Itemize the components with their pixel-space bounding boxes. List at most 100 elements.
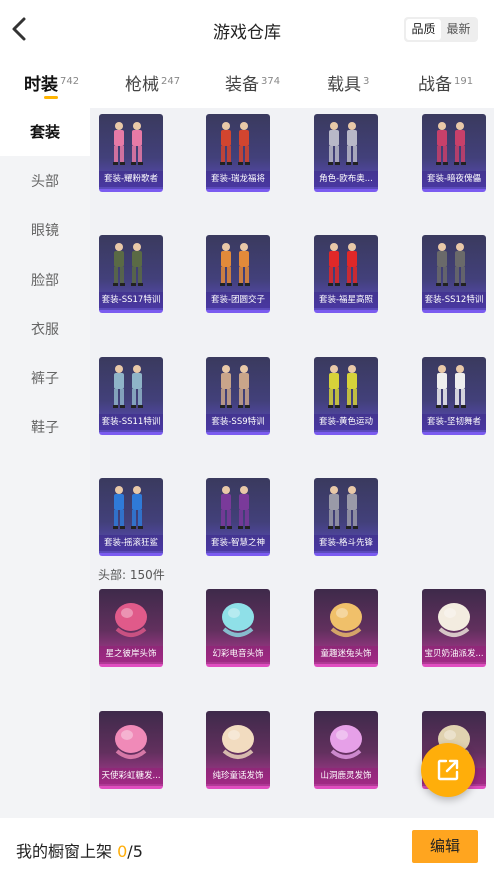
- suit-card[interactable]: 套装-团圆交子: [206, 235, 270, 313]
- tab-label: 枪械: [125, 75, 159, 95]
- suit-name: 套装-团圆交子: [206, 292, 270, 308]
- outfit-pink-singer-icon: [113, 122, 143, 165]
- headwear-star-icon: [115, 603, 147, 637]
- tab-guns[interactable]: 枪械 247: [125, 70, 180, 95]
- headwear-card[interactable]: 童趣迷兔头饰: [314, 589, 378, 667]
- suit-card[interactable]: 套装-SS9特训: [206, 357, 270, 435]
- suit-card[interactable]: 套装-耀粉歌者: [99, 114, 163, 192]
- tab-fashion[interactable]: 时装 742: [24, 70, 79, 95]
- active-tab-indicator: [44, 96, 58, 99]
- sidebar-item-shoes[interactable]: 鞋子: [0, 404, 90, 452]
- top-bar: 游戏仓库 品质 最新: [0, 0, 494, 58]
- headwear-card[interactable]: 山洞鹿灵发饰: [314, 711, 378, 789]
- suit-card[interactable]: 套装-黄色运动: [314, 357, 378, 435]
- suit-card[interactable]: 套装-SS12特训: [422, 235, 486, 313]
- suit-card[interactable]: 套装-摇滚狂鲨: [99, 478, 163, 556]
- sort-newest-option[interactable]: 最新: [441, 19, 476, 40]
- suit-name: 套装-瑞龙福将: [206, 171, 270, 187]
- tab-equipment[interactable]: 装备 374: [225, 70, 280, 95]
- outfit-lucky-star-icon: [328, 243, 358, 286]
- headwear-name: 山洞鹿灵发饰: [314, 768, 378, 784]
- suit-name: 套装-坚韧舞者: [422, 414, 486, 430]
- headwear-card[interactable]: 纯珍童话发饰: [206, 711, 270, 789]
- edit-button[interactable]: 编辑: [412, 830, 478, 863]
- outfit-ss17-icon: [113, 243, 143, 286]
- suit-card[interactable]: 套装-SS17特训: [99, 235, 163, 313]
- showcase-current: 0: [117, 842, 128, 861]
- tab-vehicles[interactable]: 载具 3: [327, 70, 369, 95]
- suit-name: 套装-SS11特训: [99, 414, 163, 430]
- headwear-bunny-icon: [330, 603, 362, 637]
- headwear-name: 纯珍童话发饰: [206, 768, 270, 784]
- suit-card[interactable]: 套装-格斗先锋: [314, 478, 378, 556]
- outfit-rock-shark-icon: [113, 486, 143, 529]
- external-link-icon: [437, 759, 459, 781]
- sidebar-item-head[interactable]: 头部: [0, 158, 90, 206]
- tab-label: 战备: [418, 75, 452, 95]
- suit-name: 套装-福星高照: [314, 292, 378, 308]
- tab-count: 742: [60, 76, 80, 87]
- outfit-dancer-icon: [436, 365, 466, 408]
- sidebar-item-suits[interactable]: 套装: [0, 108, 90, 156]
- suit-name: 角色-欧布奥...: [314, 171, 378, 187]
- outfit-wisdom-god-icon: [220, 486, 250, 529]
- suit-card[interactable]: 角色-欧布奥...: [314, 114, 378, 192]
- tab-count: 247: [161, 76, 181, 87]
- headwear-card[interactable]: 幻彩电音头饰: [206, 589, 270, 667]
- outfit-ss11-icon: [113, 365, 143, 408]
- suit-card[interactable]: 套装-福星高照: [314, 235, 378, 313]
- tab-count: 3: [363, 76, 370, 87]
- sort-quality-option[interactable]: 品质: [406, 19, 441, 40]
- character-ob-icon: [328, 122, 358, 165]
- tab-count: 374: [261, 76, 281, 87]
- headwear-fairy-icon: [222, 725, 254, 759]
- headwear-name: 星之彼岸头饰: [99, 646, 163, 662]
- suit-name: 套装-SS17特训: [99, 292, 163, 308]
- headwear-deer-icon: [330, 725, 362, 759]
- headwear-name: 天使彩虹糖发...: [99, 768, 163, 784]
- headwear-name: 幻彩电音头饰: [206, 646, 270, 662]
- outfit-yellow-sport-icon: [328, 365, 358, 408]
- outfit-fighter-icon: [328, 486, 358, 529]
- headwear-cream-icon: [438, 603, 470, 637]
- item-grid: 套装-耀粉歌者 套装-瑞龙福将 角色-欧布奥... 套装-暗夜傀儡 套装-SS17特训套…: [90, 108, 494, 818]
- headwear-electro-icon: [222, 603, 254, 637]
- sidebar-item-glasses[interactable]: 眼镜: [0, 207, 90, 255]
- sidebar-item-pants[interactable]: 裤子: [0, 355, 90, 403]
- outfit-ss12-icon: [436, 243, 466, 286]
- headwear-card[interactable]: 星之彼岸头饰: [99, 589, 163, 667]
- head-section-header: 头部: 150件: [98, 568, 165, 582]
- bottom-bar: 我的橱窗上架 0/5 编辑: [0, 818, 494, 875]
- suit-name: 套装-摇滚狂鲨: [99, 535, 163, 551]
- headwear-rainbow-icon: [115, 725, 147, 759]
- outfit-dragon-general-icon: [220, 122, 250, 165]
- suit-card[interactable]: 套装-暗夜傀儡: [422, 114, 486, 192]
- suit-name: 套装-格斗先锋: [314, 535, 378, 551]
- tab-label: 时装: [24, 75, 58, 95]
- suit-name: 套装-耀粉歌者: [99, 171, 163, 187]
- suit-name: 套装-SS12特训: [422, 292, 486, 308]
- share-fab[interactable]: [421, 743, 475, 797]
- sidebar-item-face[interactable]: 脸部: [0, 257, 90, 305]
- tab-count: 191: [454, 76, 474, 87]
- category-tabs: 时装 742 枪械 247 装备 374 载具 3 战备 191: [0, 60, 494, 106]
- outfit-reunion-icon: [220, 243, 250, 286]
- sort-toggle: 品质 最新: [404, 17, 478, 42]
- suit-card[interactable]: 套装-SS11特训: [99, 357, 163, 435]
- showcase-label: 我的橱窗上架: [16, 842, 113, 861]
- showcase-total: /5: [127, 842, 143, 861]
- outfit-ss9-icon: [220, 365, 250, 408]
- sidebar-item-clothes[interactable]: 衣服: [0, 306, 90, 354]
- headwear-card[interactable]: 宝贝奶油派发...: [422, 589, 486, 667]
- suit-name: 套装-SS9特训: [206, 414, 270, 430]
- suit-card[interactable]: 套装-智慧之神: [206, 478, 270, 556]
- headwear-name: 宝贝奶油派发...: [422, 646, 486, 662]
- suit-card[interactable]: 套装-坚韧舞者: [422, 357, 486, 435]
- suit-name: 套装-黄色运动: [314, 414, 378, 430]
- headwear-card[interactable]: 天使彩虹糖发...: [99, 711, 163, 789]
- showcase-status: 我的橱窗上架 0/5: [16, 838, 143, 862]
- tab-label: 装备: [225, 75, 259, 95]
- suit-name: 套装-智慧之神: [206, 535, 270, 551]
- suit-card[interactable]: 套装-瑞龙福将: [206, 114, 270, 192]
- tab-supplies[interactable]: 战备 191: [418, 70, 473, 95]
